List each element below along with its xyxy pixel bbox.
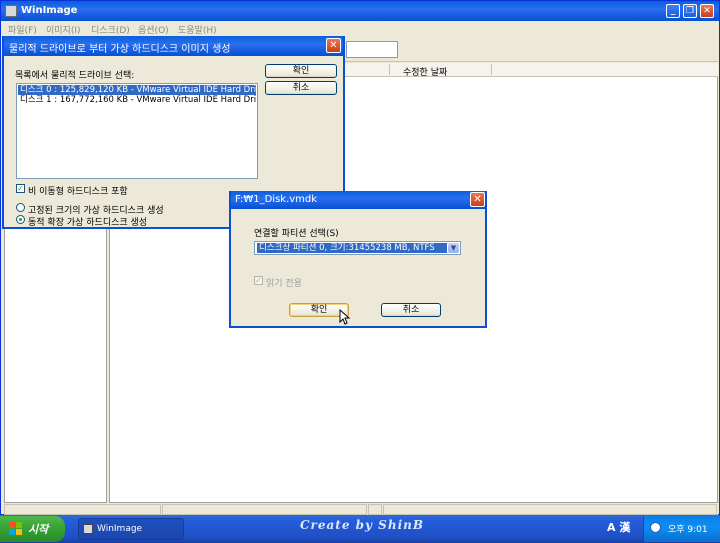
winimage-app-icon (5, 5, 17, 17)
start-label: 시작 (28, 523, 49, 536)
status-segment (4, 504, 161, 515)
mouse-cursor-icon (339, 309, 351, 325)
menu-file[interactable]: 파일(F) (8, 23, 37, 36)
taskbar-item-winimage[interactable]: WinImage (78, 518, 184, 540)
drive-list-item[interactable]: 디스크 1 : 167,772,160 KB - VMware Virtual … (18, 95, 256, 105)
chevron-down-icon[interactable]: ▼ (448, 243, 459, 253)
menu-disk[interactable]: 디스크(D) (91, 23, 130, 36)
column-separator[interactable] (389, 64, 390, 75)
partition-select-value: 디스크상 파티션 0, 크기:31455238 MB, NTFS (257, 243, 447, 253)
fixed-size-radio[interactable] (16, 203, 25, 212)
minimize-icon[interactable]: _ (666, 4, 680, 18)
dynamic-size-label: 동적 확장 가상 하드디스크 생성 (28, 218, 148, 228)
partition-dialog-title: F:₩1_Disk.vmdk (235, 194, 318, 205)
system-tray: 오후 9:01 (643, 516, 720, 542)
credit-text: Create by ShinB (300, 518, 424, 532)
dynamic-size-radio[interactable] (16, 215, 25, 224)
column-header-modified[interactable]: 수정한 날짜 (403, 65, 447, 78)
taskbar-item-label: WinImage (97, 524, 143, 534)
restore-icon[interactable]: ❐ (683, 4, 697, 18)
file-list-header: 수정한 날짜 (341, 63, 718, 78)
partition-select[interactable]: 디스크상 파티션 0, 크기:31455238 MB, NTFS ▼ (254, 241, 461, 255)
menu-help[interactable]: 도움말(H) (178, 23, 217, 36)
readonly-label: 읽기 전용 (266, 279, 302, 289)
menu-options[interactable]: 옵션(O) (138, 23, 169, 36)
drive-list-item[interactable]: 디스크 0 : 125,829,120 KB - VMware Virtual … (18, 85, 256, 95)
cancel-button[interactable]: 취소 (265, 81, 337, 95)
statusbar (4, 504, 718, 515)
ime-indicator[interactable]: A 漢 (607, 519, 630, 535)
status-segment (162, 504, 367, 515)
drive-list-label: 목록에서 물리적 드라이브 선택: (15, 71, 135, 81)
path-field[interactable] (346, 41, 398, 58)
partition-dialog-titlebar[interactable]: F:₩1_Disk.vmdk ✕ (231, 191, 485, 209)
network-icon[interactable] (650, 522, 661, 533)
close-icon[interactable]: ✕ (470, 192, 485, 207)
status-segment (368, 504, 382, 515)
winimage-app-icon (83, 524, 93, 534)
create-image-dialog-title: 물리적 드라이브로 부터 가상 하드디스크 이미지 생성 (9, 44, 231, 55)
removable-label: 비 이동형 하드디스크 포함 (28, 187, 128, 197)
clock[interactable]: 오후 9:01 (668, 522, 708, 535)
create-image-dialog-titlebar[interactable]: 물리적 드라이브로 부터 가상 하드디스크 이미지 생성 ✕ (4, 36, 343, 56)
removable-checkbox[interactable]: ✓ (16, 184, 25, 193)
main-titlebar[interactable]: WinImage _ ❐ ✕ (1, 1, 719, 21)
menubar: 파일(F) 이미지(I) 디스크(D) 옵션(O) 도움말(H) (2, 21, 718, 36)
cancel-button[interactable]: 취소 (381, 303, 441, 317)
main-window-title: WinImage (21, 5, 78, 16)
menu-image[interactable]: 이미지(I) (46, 23, 81, 36)
start-button[interactable]: 시작 (0, 516, 65, 542)
status-segment (383, 504, 717, 515)
readonly-checkbox[interactable]: ✓ (254, 276, 263, 285)
partition-label: 연결할 파티션 선택(S) (254, 229, 339, 239)
ok-button[interactable]: 확인 (265, 64, 337, 78)
drive-listbox[interactable]: 디스크 0 : 125,829,120 KB - VMware Virtual … (16, 83, 258, 179)
close-icon[interactable]: ✕ (326, 38, 341, 53)
column-separator[interactable] (491, 64, 492, 75)
partition-dialog: F:₩1_Disk.vmdk ✕ 연결할 파티션 선택(S) 디스크상 파티션 … (229, 191, 487, 328)
close-icon[interactable]: ✕ (700, 4, 714, 18)
windows-flag-icon (9, 522, 22, 535)
